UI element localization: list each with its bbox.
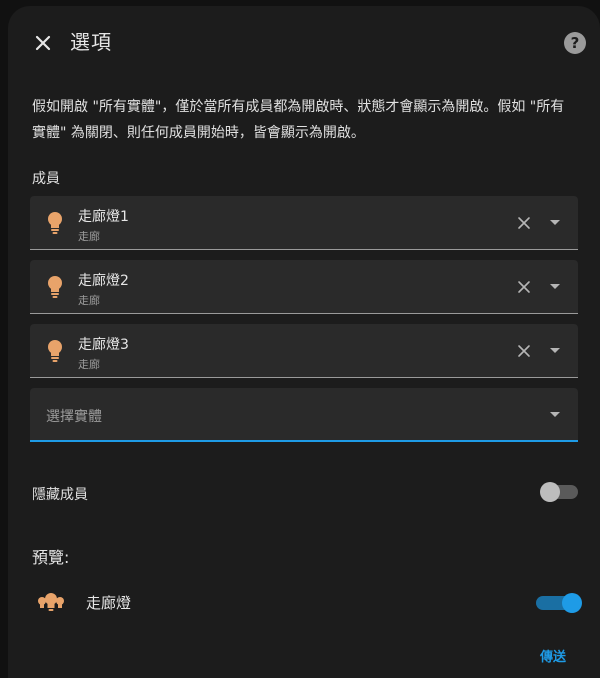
- dropdown-arrow-icon[interactable]: [550, 220, 560, 225]
- toggle-knob: [562, 593, 582, 613]
- member-name: 走廊燈2: [78, 273, 129, 289]
- dialog-title: 選項: [70, 30, 112, 54]
- member-area: 走廊: [78, 358, 100, 371]
- hide-members-toggle[interactable]: [540, 482, 578, 502]
- lightbulb-icon: [48, 340, 62, 362]
- clear-icon[interactable]: [516, 343, 532, 359]
- submit-button[interactable]: 傳送: [540, 646, 566, 665]
- dialog-header: 選項 ?: [8, 6, 600, 78]
- member-name: 走廊燈3: [78, 337, 129, 353]
- clear-icon[interactable]: [516, 279, 532, 295]
- dropdown-arrow-icon[interactable]: [550, 412, 560, 417]
- members-label: 成員: [32, 171, 60, 187]
- dropdown-arrow-icon[interactable]: [550, 348, 560, 353]
- member-area: 走廊: [78, 294, 100, 307]
- lightbulb-group-icon: [38, 593, 64, 611]
- lightbulb-icon: [48, 276, 62, 298]
- clear-icon[interactable]: [516, 215, 532, 231]
- dropdown-arrow-icon[interactable]: [550, 284, 560, 289]
- description-text: 假如開啟 "所有實體"，僅於當所有成員都為開啟時、狀態才會顯示為開啟。假如 "所…: [32, 99, 565, 141]
- preview-entity-name: 走廊燈: [86, 594, 132, 612]
- options-dialog: 選項 ? 假如開啟 "所有實體"，僅於當所有成員都為開啟時、狀態才會顯示為開啟。…: [8, 6, 600, 678]
- preview-label: 預覽:: [32, 548, 70, 567]
- preview-state-toggle[interactable]: [536, 593, 582, 613]
- toggle-knob: [540, 482, 560, 502]
- close-button[interactable]: [30, 30, 56, 56]
- entity-select-placeholder: 選擇實體: [46, 409, 102, 425]
- member-row[interactable]: 走廊燈3 走廊: [30, 324, 578, 378]
- member-row[interactable]: 走廊燈2 走廊: [30, 260, 578, 314]
- hide-members-label: 隱藏成員: [32, 487, 88, 503]
- member-row[interactable]: 走廊燈1 走廊: [30, 196, 578, 250]
- lightbulb-icon: [48, 212, 62, 234]
- member-name: 走廊燈1: [78, 209, 129, 225]
- close-icon: [35, 35, 51, 51]
- help-icon[interactable]: ?: [564, 32, 586, 54]
- member-area: 走廊: [78, 230, 100, 243]
- entity-select[interactable]: 選擇實體: [30, 388, 578, 442]
